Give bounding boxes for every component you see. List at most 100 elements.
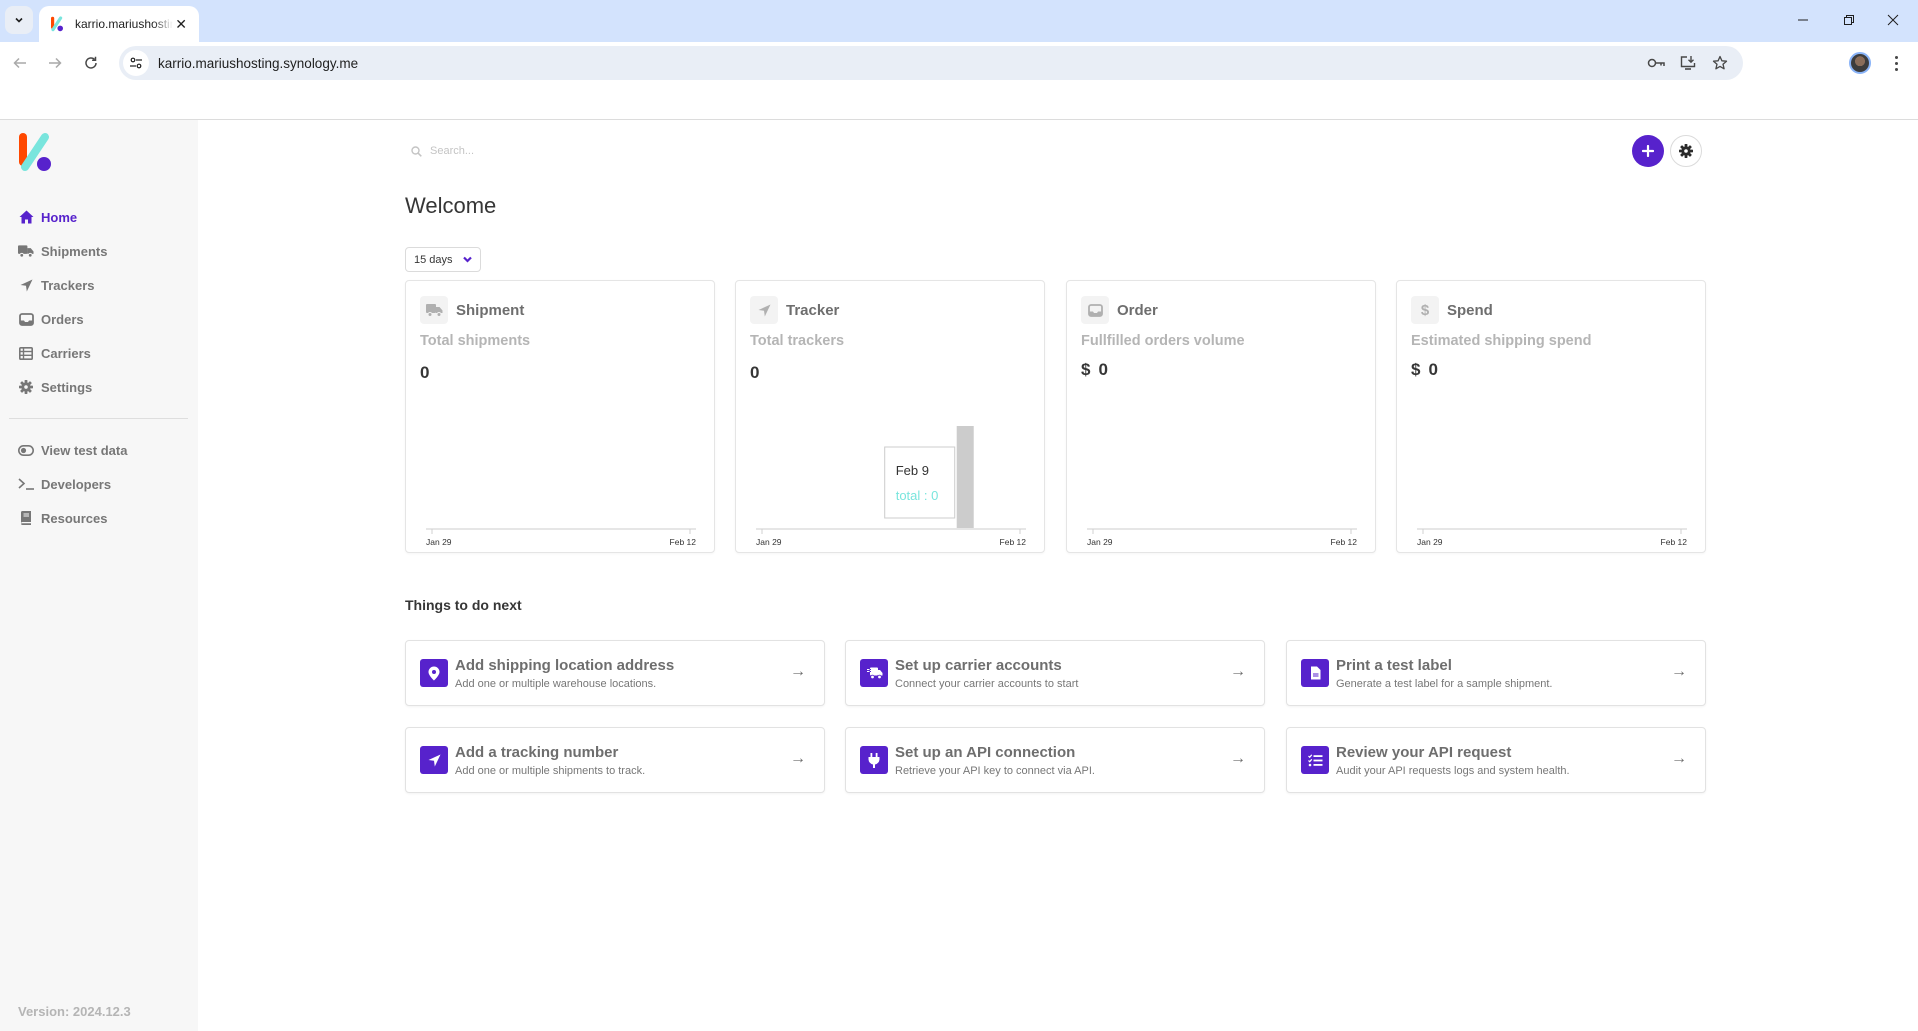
- plus-icon: [1642, 145, 1654, 157]
- sidebar-item-orders[interactable]: Orders: [0, 302, 198, 336]
- task-description: Retrieve your API key to connect via API…: [895, 764, 1095, 777]
- sidebar-item-carriers[interactable]: Carriers: [0, 336, 198, 370]
- sidebar-item-trackers[interactable]: Trackers: [0, 268, 198, 302]
- task-setup-carrier-accounts[interactable]: Set up carrier accounts Connect your car…: [845, 640, 1265, 706]
- karrio-favicon-icon: [49, 16, 65, 32]
- currency-symbol: $: [1411, 360, 1421, 379]
- chevron-down-icon: [462, 256, 472, 263]
- karrio-logo[interactable]: [18, 132, 52, 172]
- search-icon: [411, 145, 422, 157]
- browser-tab-strip: karrio.mariushosting.synology.me ✕: [0, 0, 1918, 42]
- sidebar-item-developers[interactable]: Developers: [0, 467, 198, 501]
- browser-toolbar: karrio.mariushosting.synology.me: [0, 42, 1918, 84]
- task-add-shipping-location[interactable]: Add shipping location address Add one or…: [405, 640, 825, 706]
- stat-label: Total shipments: [420, 333, 531, 349]
- gear-icon: [1679, 144, 1693, 158]
- arrow-right-icon: →: [1671, 750, 1687, 767]
- stat-card-order[interactable]: Order Fullfilled orders volume $0 Jan 29…: [1066, 280, 1376, 553]
- karrio-logo-icon: [19, 133, 51, 171]
- sidebar-item-settings[interactable]: Settings: [0, 370, 198, 404]
- sidebar: Home Shipments Trackers Orders Carriers: [0, 120, 198, 1031]
- site-info-button[interactable]: [123, 50, 149, 76]
- file-label-icon: [1301, 659, 1329, 687]
- install-app-icon[interactable]: [1679, 54, 1697, 72]
- address-bar[interactable]: karrio.mariushosting.synology.me: [119, 46, 1743, 80]
- sidebar-item-shipments[interactable]: Shipments: [0, 234, 198, 268]
- stat-value: $0: [1411, 360, 1438, 380]
- x-axis-tick-label: Jan 29: [426, 537, 452, 547]
- gear-icon: [18, 379, 34, 395]
- profile-avatar[interactable]: [1849, 52, 1871, 74]
- url-text[interactable]: karrio.mariushosting.synology.me: [158, 56, 358, 71]
- stat-title: Tracker: [786, 301, 840, 319]
- sidebar-item-home[interactable]: Home: [0, 200, 198, 234]
- sidebar-item-label: View test data: [41, 442, 128, 458]
- close-icon: [1887, 14, 1899, 26]
- sidebar-item-label: Trackers: [41, 277, 95, 293]
- stat-value: 0: [420, 363, 429, 383]
- book-icon: [18, 510, 34, 526]
- restore-button[interactable]: [1829, 8, 1869, 32]
- spend-chart: Jan 29 Feb 12: [1417, 528, 1688, 547]
- section-title-next-steps: Things to do next: [405, 597, 522, 613]
- tasks-list-icon: [1301, 746, 1329, 774]
- reload-button[interactable]: [78, 50, 104, 76]
- stat-title: Spend: [1447, 301, 1493, 319]
- password-key-icon[interactable]: [1647, 54, 1665, 72]
- task-add-tracking-number[interactable]: Add a tracking number Add one or multipl…: [405, 727, 825, 793]
- shipping-fast-icon: [860, 659, 888, 687]
- minimize-button[interactable]: [1783, 8, 1823, 32]
- close-window-button[interactable]: [1873, 8, 1913, 32]
- bookmark-star-icon[interactable]: [1711, 54, 1729, 72]
- task-description: Audit your API requests logs and system …: [1336, 764, 1570, 777]
- x-axis-tick-label: Feb 12: [1661, 537, 1688, 547]
- task-description: Connect your carrier accounts to start: [895, 677, 1079, 690]
- tooltip-value: total : 0: [896, 488, 939, 503]
- hover-cursor-band: [956, 426, 974, 529]
- stat-card-shipment[interactable]: Shipment Total shipments 0 Jan 29 Feb 12: [405, 280, 715, 553]
- task-description: Add one or multiple shipments to track.: [455, 764, 646, 777]
- arrow-left-icon: [13, 57, 26, 69]
- browser-menu-button[interactable]: [1888, 52, 1904, 74]
- stat-value-number: 0: [750, 363, 760, 382]
- truck-icon: [420, 296, 448, 324]
- stat-label: Fullfilled orders volume: [1081, 333, 1245, 349]
- search-input[interactable]: [430, 145, 690, 157]
- chart-tooltip: Feb 9 total : 0: [884, 446, 956, 519]
- tab-close-icon[interactable]: ✕: [173, 16, 189, 33]
- restore-icon: [1844, 15, 1854, 25]
- back-button[interactable]: [7, 50, 33, 76]
- app-version: Version: 2024.12.3: [18, 1004, 131, 1019]
- settings-button[interactable]: [1670, 135, 1702, 167]
- search-bar[interactable]: [411, 139, 711, 163]
- sidebar-item-view-test-data[interactable]: View test data: [0, 433, 198, 467]
- sidebar-item-label: Carriers: [41, 345, 91, 361]
- task-description: Generate a test label for a sample shipm…: [1336, 677, 1553, 690]
- stat-card-tracker[interactable]: Tracker Total trackers 0 Feb 9 total : 0 J…: [735, 280, 1045, 553]
- sidebar-item-resources[interactable]: Resources: [0, 501, 198, 535]
- truck-icon: [18, 243, 34, 259]
- forward-button[interactable]: [42, 50, 68, 76]
- period-dropdown[interactable]: 15 days: [405, 247, 481, 272]
- tune-icon: [130, 57, 142, 69]
- minimize-icon: [1798, 19, 1808, 21]
- browser-tab[interactable]: karrio.mariushosting.synology.me ✕: [39, 6, 199, 42]
- plug-icon: [860, 746, 888, 774]
- task-review-api-request[interactable]: Review your API request Audit your API r…: [1286, 727, 1706, 793]
- sidebar-divider: [9, 418, 188, 419]
- create-new-button[interactable]: [1632, 135, 1664, 167]
- task-description: Add one or multiple warehouse locations.: [455, 677, 657, 690]
- location-arrow-icon: [18, 277, 34, 293]
- tooltip-date: Feb 9: [896, 463, 929, 478]
- tab-title: karrio.mariushosting.synology.me: [75, 17, 174, 31]
- sidebar-item-label: Home: [41, 209, 78, 225]
- task-setup-api-connection[interactable]: Set up an API connection Retrieve your A…: [845, 727, 1265, 793]
- task-print-test-label[interactable]: Print a test label Generate a test label…: [1286, 640, 1706, 706]
- reload-icon: [85, 56, 97, 69]
- x-axis-tick-label: Jan 29: [1087, 537, 1113, 547]
- x-axis-tick-label: Feb 12: [1331, 537, 1358, 547]
- location-arrow-icon: [750, 296, 778, 324]
- tab-search-button[interactable]: [5, 6, 33, 34]
- inbox-icon: [18, 311, 34, 327]
- stat-card-spend[interactable]: $ Spend Estimated shipping spend $0 Jan …: [1396, 280, 1706, 553]
